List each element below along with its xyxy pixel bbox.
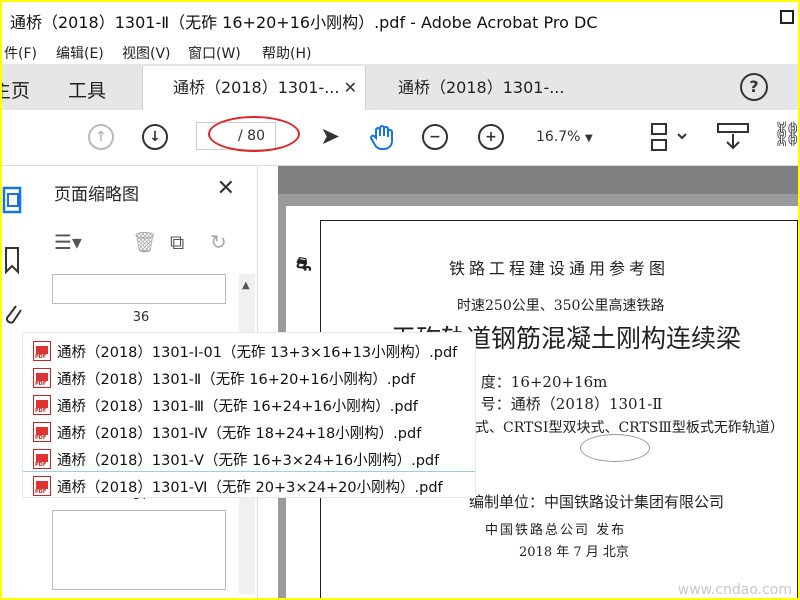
menu-view[interactable]: 视图(V) — [122, 43, 171, 63]
toolbar: ↑ ↓ / 80 ➤ − + 16.7% ▼ ⛓ — [2, 110, 798, 166]
doc-publisher: 中国铁路总公司 发布 — [485, 523, 627, 538]
doc-heading: 铁路工程建设通用参考图 — [449, 259, 670, 278]
doc-tab-label: 通桥（2018）1301-... — [398, 78, 565, 97]
help-icon[interactable]: ? — [740, 73, 768, 101]
previous-page-strip — [278, 166, 798, 194]
menu-edit[interactable]: 编辑(E) — [56, 43, 104, 63]
pdf-file-icon — [33, 368, 51, 388]
bookmark-icon[interactable] — [2, 246, 24, 276]
file-list: 通桥（2018）1301-Ⅰ-01（无砟 13+3×16+13小刚构）.pdf … — [22, 332, 476, 498]
file-name: 通桥（2018）1301-Ⅵ（无砟 20+3×24+20小刚构）.pdf — [57, 480, 443, 496]
hand-tool-icon[interactable] — [368, 122, 398, 152]
file-name: 通桥（2018）1301-Ⅲ（无砟 16+24+16小刚构）.pdf — [57, 399, 418, 415]
file-name: 通桥（2018）1301-Ⅰ-01（无砟 13+3×16+13小刚构）.pdf — [57, 345, 458, 361]
pdf-file-icon — [33, 341, 51, 361]
annotation-ellipse — [208, 116, 300, 152]
doc-tab-active[interactable]: 通桥（2018）1301-... ✕ — [142, 66, 366, 110]
doc-date: 2018 年 7 月 北京 — [519, 545, 629, 560]
insert-page-icon[interactable]: ⧉ — [170, 230, 184, 254]
zoom-level-field[interactable]: 16.7% ▼ — [536, 124, 596, 150]
pdf-file-icon — [33, 395, 51, 415]
file-item[interactable]: 通桥（2018）1301-Ⅳ（无砟 18+24+18小刚构）.pdf — [23, 418, 475, 445]
menu-bar: 件(F) 编辑(E) 视图(V) 窗口(W) 帮助(H) — [2, 40, 798, 64]
link-icon[interactable]: ⛓ — [772, 120, 798, 148]
pdf-file-icon — [33, 476, 51, 496]
figno-value: 通桥（2018）1301-Ⅱ — [510, 395, 663, 413]
menu-file[interactable]: 件(F) — [4, 43, 37, 63]
zoom-value: 16.7% — [536, 129, 581, 145]
file-item-selected[interactable]: 通桥（2018）1301-Ⅴ（无砟 16+3×24+16小刚构）.pdf — [23, 445, 475, 472]
watermark: www.cndao.com — [677, 582, 792, 598]
doc-tab[interactable]: 通桥（2018）1301-... — [368, 66, 588, 110]
doc-span: 跨 度：16+20+16m — [461, 371, 607, 392]
seal-stamp — [580, 434, 650, 462]
page-thumbnails-icon[interactable] — [2, 184, 24, 218]
tab-home[interactable]: 主页 — [2, 76, 30, 103]
org-label: 编制单位： — [469, 493, 545, 511]
file-name: 通桥（2018）1301-Ⅳ（无砟 18+24+18小刚构）.pdf — [57, 426, 422, 442]
window-title: 通桥（2018）1301-Ⅱ（无砟 16+20+16小刚构）.pdf - Ado… — [10, 13, 598, 32]
thumbnail-page-number: 36 — [132, 310, 150, 325]
file-item[interactable]: 通桥（2018）1301-Ⅵ（无砟 20+3×24+20小刚构）.pdf — [23, 472, 475, 499]
trash-icon[interactable]: 🗑 — [132, 230, 157, 254]
rotate-icon[interactable]: ↻ — [210, 230, 227, 254]
previous-page-icon[interactable]: ↑ — [88, 124, 114, 150]
railway-logo-icon: ⛐ — [296, 254, 312, 275]
file-item[interactable]: 通桥（2018）1301-Ⅲ（无砟 16+24+16小刚构）.pdf — [23, 391, 475, 418]
select-arrow-icon[interactable]: ➤ — [320, 122, 340, 150]
menu-help[interactable]: 帮助(H) — [262, 43, 311, 63]
close-icon[interactable]: ✕ — [344, 66, 357, 110]
span-value: 16+20+16m — [510, 373, 608, 391]
panel-toolbar: ☰▾ 🗑 ⧉ ↻ — [54, 230, 254, 260]
thumbnail-page[interactable] — [52, 274, 226, 304]
file-name: 通桥（2018）1301-Ⅱ（无砟 16+20+16小刚构）.pdf — [57, 372, 416, 388]
acrobat-window: 通桥（2018）1301-Ⅱ（无砟 16+20+16小刚构）.pdf - Ado… — [2, 2, 798, 598]
doc-tab-label: 通桥（2018）1301-... — [173, 78, 340, 97]
attachment-icon[interactable] — [2, 300, 24, 330]
tab-tools[interactable]: 工具 — [68, 76, 106, 103]
chevron-up-icon[interactable]: ▲ — [242, 280, 250, 291]
zoom-out-icon[interactable]: − — [422, 124, 448, 150]
thumbnail-page[interactable] — [52, 510, 226, 590]
keyboard-scroll-icon[interactable] — [716, 122, 750, 154]
file-name: 通桥（2018）1301-Ⅴ（无砟 16+3×24+16小刚构）.pdf — [57, 453, 440, 469]
pdf-file-icon — [33, 449, 51, 469]
org-value: 中国铁路设计集团有限公司 — [544, 493, 725, 511]
menu-window[interactable]: 窗口(W) — [188, 43, 241, 63]
page-display-icon[interactable] — [648, 122, 688, 154]
zoom-in-icon[interactable]: + — [478, 124, 504, 150]
close-icon[interactable]: ✕ — [217, 176, 235, 201]
next-page-icon[interactable]: ↓ — [142, 124, 168, 150]
pdf-file-icon — [33, 422, 51, 442]
options-menu-icon[interactable]: ☰▾ — [54, 230, 82, 254]
doc-figure-number: 图 号：通桥（2018）1301-Ⅱ — [461, 393, 662, 414]
panel-title: 页面缩略图 — [54, 185, 139, 205]
file-item[interactable]: 通桥（2018）1301-Ⅰ-01（无砟 13+3×16+13小刚构）.pdf — [23, 337, 475, 364]
file-item[interactable]: 通桥（2018）1301-Ⅱ（无砟 16+20+16小刚构）.pdf — [23, 364, 475, 391]
doc-subheading: 时速250公里、350公里高速铁路 — [457, 298, 665, 314]
maximize-button[interactable] — [780, 10, 794, 24]
title-bar: 通桥（2018）1301-Ⅱ（无砟 16+20+16小刚构）.pdf - Ado… — [2, 2, 798, 38]
doc-organization: 编制单位：中国铁路设计集团有限公司 — [469, 491, 724, 512]
tab-bar: 主页 工具 通桥（2018）1301-... ✕ 通桥（2018）1301-..… — [2, 64, 798, 110]
